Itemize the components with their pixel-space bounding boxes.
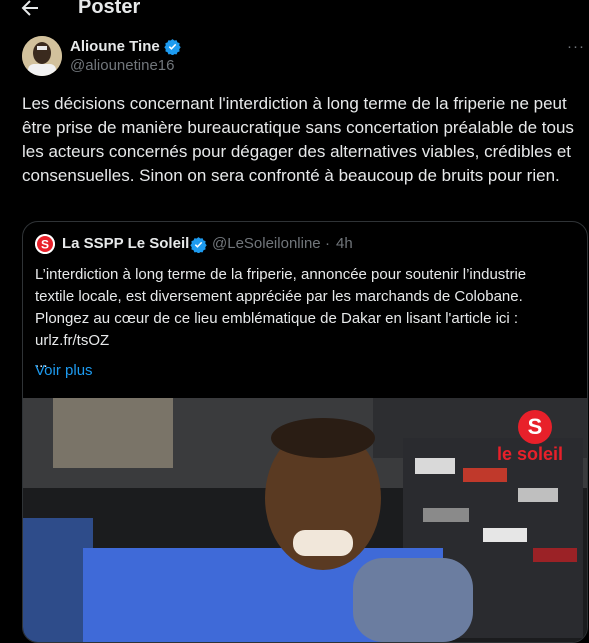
verified-badge-icon: [190, 237, 207, 253]
quote-text-line: textile locale, est diversement apprécié…: [35, 288, 523, 305]
quote-text-line: Plongez au cœur de ce lieu emblématique …: [35, 310, 519, 327]
more-horizontal-icon[interactable]: ···: [567, 38, 585, 55]
verified-badge-icon: [164, 39, 181, 55]
page-title: Poster: [78, 0, 141, 18]
quote-author-name[interactable]: La SSPP Le Soleil: [62, 235, 189, 252]
top-bar: Poster: [0, 0, 589, 24]
quote-author-handle[interactable]: @LeSoleilonline: [212, 235, 321, 252]
see-more-link[interactable]: Voir plus: [35, 362, 93, 379]
le-soleil-logo-text: le soleil: [497, 444, 564, 464]
market-scene-image: [23, 398, 587, 642]
quote-text-line: L’interdiction à long terme de la friper…: [35, 266, 527, 283]
quote-text-ellipsis: ...: [35, 354, 48, 371]
quote-avatar[interactable]: S: [35, 234, 55, 254]
quoted-tweet[interactable]: S La SSPP Le Soleil @LeSoleilonline · 4h…: [22, 221, 588, 643]
le-soleil-logo-icon: S: [518, 410, 552, 444]
quote-separator: ·: [325, 235, 330, 252]
author-name[interactable]: Alioune Tine: [70, 38, 160, 55]
quote-avatar-letter: S: [41, 238, 49, 252]
quote-link[interactable]: urlz.fr/tsOZ: [35, 330, 575, 352]
author-handle[interactable]: @aliounetine16: [70, 57, 174, 74]
arrow-left-icon[interactable]: [18, 0, 42, 20]
video-thumbnail[interactable]: S le soleil: [23, 398, 587, 642]
tweet-text: Les décisions concernant l'interdiction …: [22, 94, 574, 185]
avatar-image: [22, 36, 62, 76]
quote-text: L’interdiction à long terme de la friper…: [35, 264, 575, 374]
quote-timestamp[interactable]: 4h: [336, 235, 353, 252]
avatar[interactable]: [22, 36, 62, 76]
